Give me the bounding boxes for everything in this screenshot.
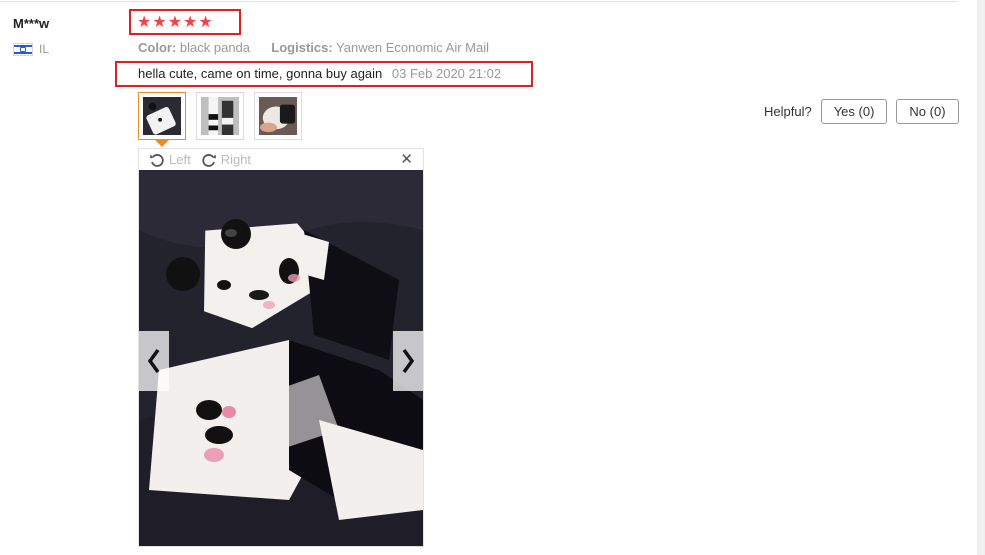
review-thumbnail[interactable]	[138, 92, 186, 140]
helpful-label: Helpful?	[764, 104, 812, 119]
chevron-left-icon	[147, 348, 160, 374]
star-icon: ★	[152, 14, 167, 31]
chevron-right-icon	[402, 348, 415, 374]
page-scrollbar[interactable]	[977, 0, 985, 555]
star-icon: ★	[137, 14, 152, 31]
rotate-right-button[interactable]: Right	[201, 152, 251, 168]
color-value: black panda	[179, 40, 251, 55]
next-image-button[interactable]	[393, 331, 423, 391]
helpful-yes-button[interactable]: Yes (0)	[820, 99, 888, 124]
star-icon: ★	[167, 14, 183, 31]
panda-photo-thumbnail	[259, 97, 297, 135]
panda-socks-photo	[139, 170, 423, 546]
star-icon: ★	[198, 14, 213, 31]
color-label: Color:	[138, 40, 177, 55]
rotate-left-label: Left	[169, 152, 191, 167]
order-attributes: Color: black panda Logistics: Yanwen Eco…	[138, 40, 489, 55]
panda-photo-thumbnail	[143, 97, 181, 135]
selected-thumbnail-caret	[155, 140, 169, 147]
logistics-value: Yanwen Economic Air Mail	[336, 40, 490, 55]
viewer-toolbar: Left Right ✕	[139, 149, 423, 170]
review-thumbnails	[138, 92, 302, 140]
review-photo-large	[139, 170, 423, 546]
rotate-left-button[interactable]: Left	[149, 152, 191, 168]
rotate-left-icon	[150, 153, 164, 167]
review-comment: hella cute, came on time, gonna buy agai…	[138, 66, 501, 81]
helpful-no-button[interactable]: No (0)	[896, 99, 959, 124]
logistics-label: Logistics:	[271, 40, 333, 55]
rotate-right-icon	[202, 153, 216, 167]
review-thumbnail[interactable]	[196, 92, 244, 140]
top-divider	[0, 1, 958, 2]
close-icon[interactable]: ✕	[400, 150, 413, 168]
rotate-right-label: Right	[220, 152, 252, 167]
panda-photo-thumbnail	[201, 97, 239, 135]
country-code: IL	[39, 42, 50, 56]
image-viewer: Left Right ✕	[138, 148, 424, 547]
star-icon: ★	[183, 14, 198, 31]
reviewer-country: IL	[13, 42, 49, 56]
comment-text: hella cute, came on time, gonna buy agai…	[138, 66, 383, 81]
review-thumbnail[interactable]	[254, 92, 302, 140]
prev-image-button[interactable]	[139, 331, 169, 391]
israel-flag-icon	[13, 42, 33, 56]
review-date: 03 Feb 2020 21:02	[391, 66, 502, 81]
helpful-voting: Helpful? Yes (0) No (0)	[764, 99, 959, 124]
star-rating: ★ ★ ★ ★ ★	[137, 13, 213, 33]
reviewer-name: M***w	[13, 16, 50, 31]
